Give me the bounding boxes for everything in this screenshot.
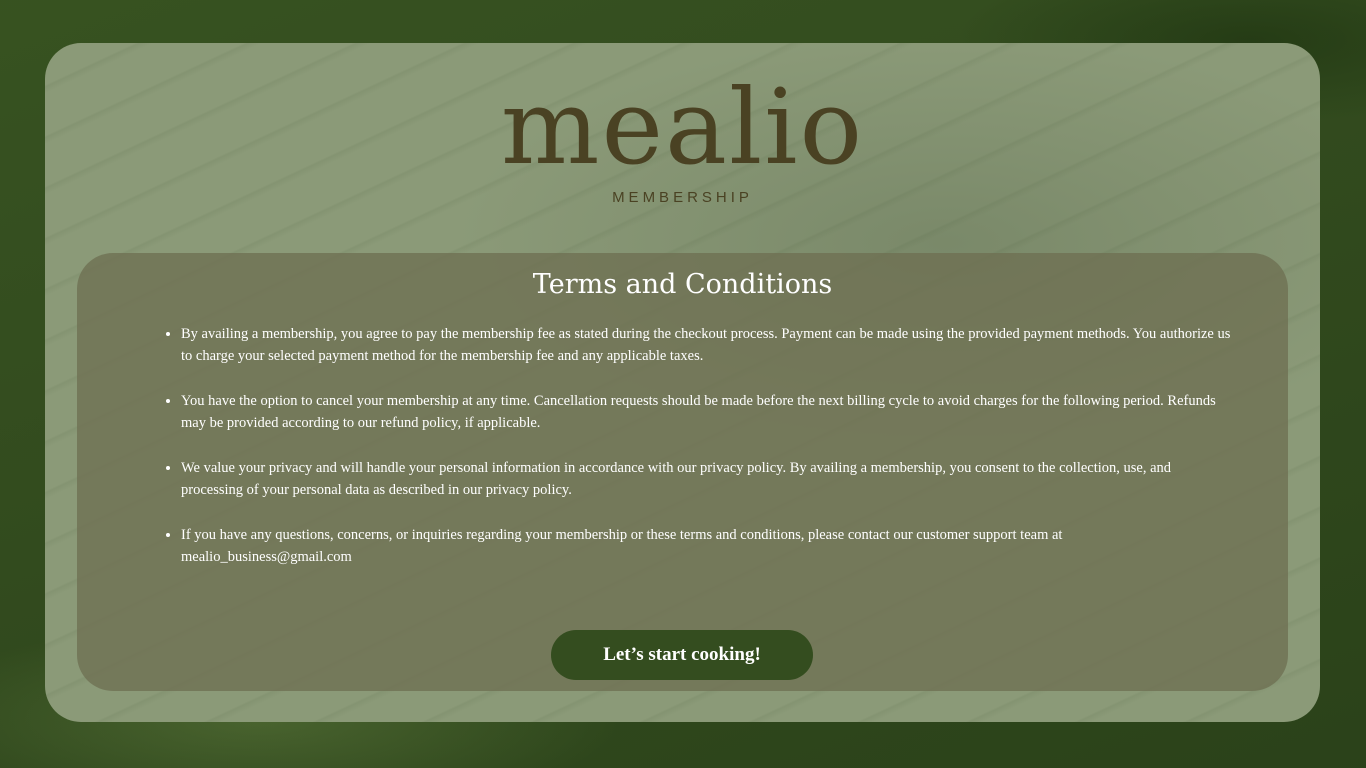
logo-wordmark: mealio: [500, 66, 865, 188]
membership-card: mealio MEMBERSHIP Terms and Conditions B…: [45, 43, 1320, 722]
terms-item-privacy: We value your privacy and will handle yo…: [181, 457, 1231, 501]
brand-logo: mealio MEMBERSHIP: [45, 71, 1320, 206]
terms-list: By availing a membership, you agree to p…: [163, 323, 1231, 591]
terms-item-payment: By availing a membership, you agree to p…: [181, 323, 1231, 367]
terms-title: Terms and Conditions: [532, 269, 833, 300]
logo-subtitle: MEMBERSHIP: [612, 189, 753, 206]
terms-panel: Terms and Conditions By availing a membe…: [77, 253, 1288, 691]
terms-item-contact: If you have any questions, concerns, or …: [181, 524, 1231, 568]
start-cooking-button[interactable]: Let’s start cooking!: [551, 630, 813, 680]
terms-item-cancellation: You have the option to cancel your membe…: [181, 390, 1231, 434]
